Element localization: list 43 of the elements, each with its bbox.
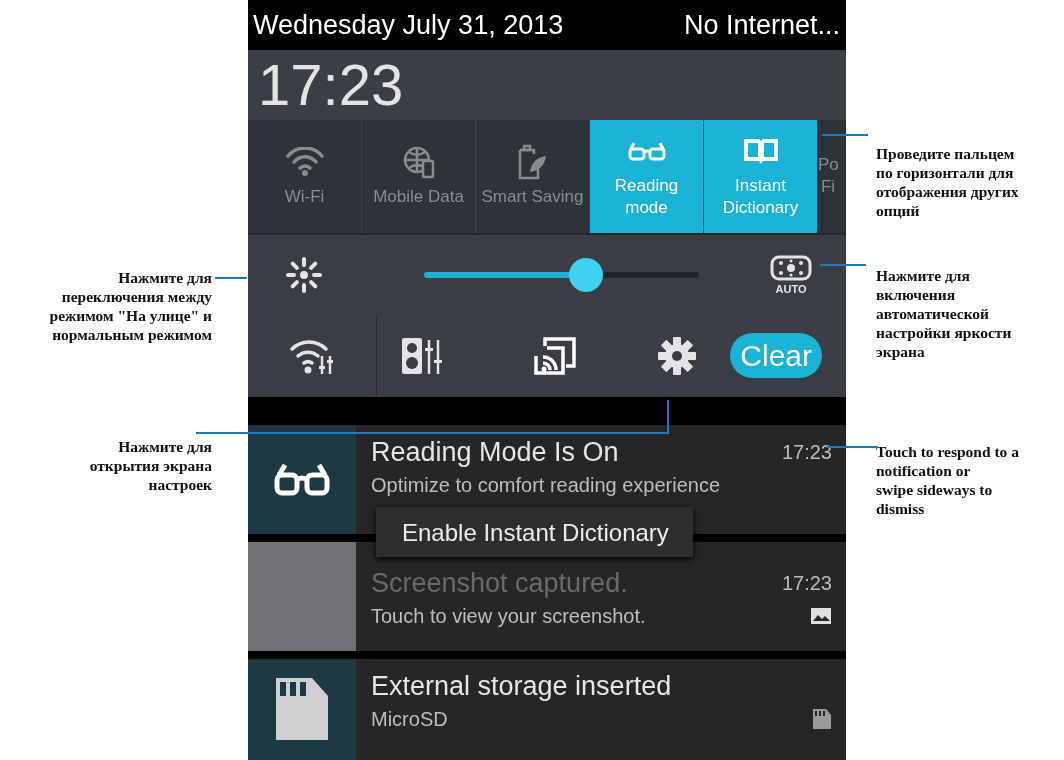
clear-button[interactable]: Clear: [730, 333, 822, 379]
quick-settings-tile[interactable]: Wi-Fi: [248, 120, 362, 233]
battery-leaf-icon: [518, 144, 547, 181]
quick-settings-tile[interactable]: Mobile Data: [362, 120, 476, 233]
network-status: No Internet...: [683, 9, 840, 41]
notification-text[interactable]: MicroSD: [371, 707, 448, 731]
notification-title[interactable]: Screenshot captured.: [371, 567, 628, 599]
glasses-icon: [627, 141, 666, 162]
toast-message: Enable Instant Dictionary: [376, 507, 693, 557]
globe-phone-icon: [402, 145, 435, 179]
callout-text: Touch to respond to a notification or swipe sideways to dismiss: [876, 442, 1020, 518]
callout-text: Нажмите для переключения между режимом "На улице" и нормальным режимом: [48, 268, 212, 344]
auto-brightness-icon: [770, 254, 812, 281]
auto-brightness-button[interactable]: AUTO: [770, 254, 812, 295]
glasses-icon: [274, 462, 330, 497]
quick-settings-tile[interactable]: Instant Dictionary: [704, 120, 818, 233]
open-book-icon: [743, 138, 778, 164]
callout-text: Нажмите для открытия экрана настроек: [88, 437, 212, 494]
equalizer-icon[interactable]: [400, 335, 444, 376]
notification-title[interactable]: Reading Mode Is On: [371, 436, 619, 468]
sd-card-icon: [812, 708, 832, 731]
leader-line: [821, 134, 869, 136]
notification-text[interactable]: Optimize to comfort reading experience: [371, 473, 721, 497]
settings-icon[interactable]: [657, 335, 697, 376]
clock-time: 17:23: [248, 50, 846, 120]
notification-title[interactable]: External storage inserted: [371, 670, 672, 702]
wifi-icon: [285, 147, 324, 178]
brightness-mode-icon[interactable]: [284, 254, 324, 295]
quick-settings-tile[interactable]: Reading mode: [590, 120, 704, 233]
callout-text: Нажмите для включения автоматической настройки яркости экрана: [876, 266, 1013, 361]
leader-line: [825, 446, 879, 448]
notification-text[interactable]: Touch to view your screenshot.: [371, 604, 646, 628]
callout-text: Проведите пальцем по горизонтали для отображения других опций: [876, 144, 1020, 220]
notification-time: 17:23: [781, 440, 832, 464]
notification-time: 17:23: [781, 571, 832, 595]
slider-thumb[interactable]: [569, 257, 604, 292]
date-text: Wednesday July 31, 2013: [253, 9, 564, 41]
quick-settings-tile[interactable]: Po Fi: [818, 120, 841, 233]
cast-screen-icon[interactable]: [532, 335, 577, 376]
leader-line: [214, 277, 248, 279]
picture-icon: [810, 607, 832, 626]
leader-line: [819, 264, 867, 266]
sd-card-icon: [274, 676, 330, 743]
